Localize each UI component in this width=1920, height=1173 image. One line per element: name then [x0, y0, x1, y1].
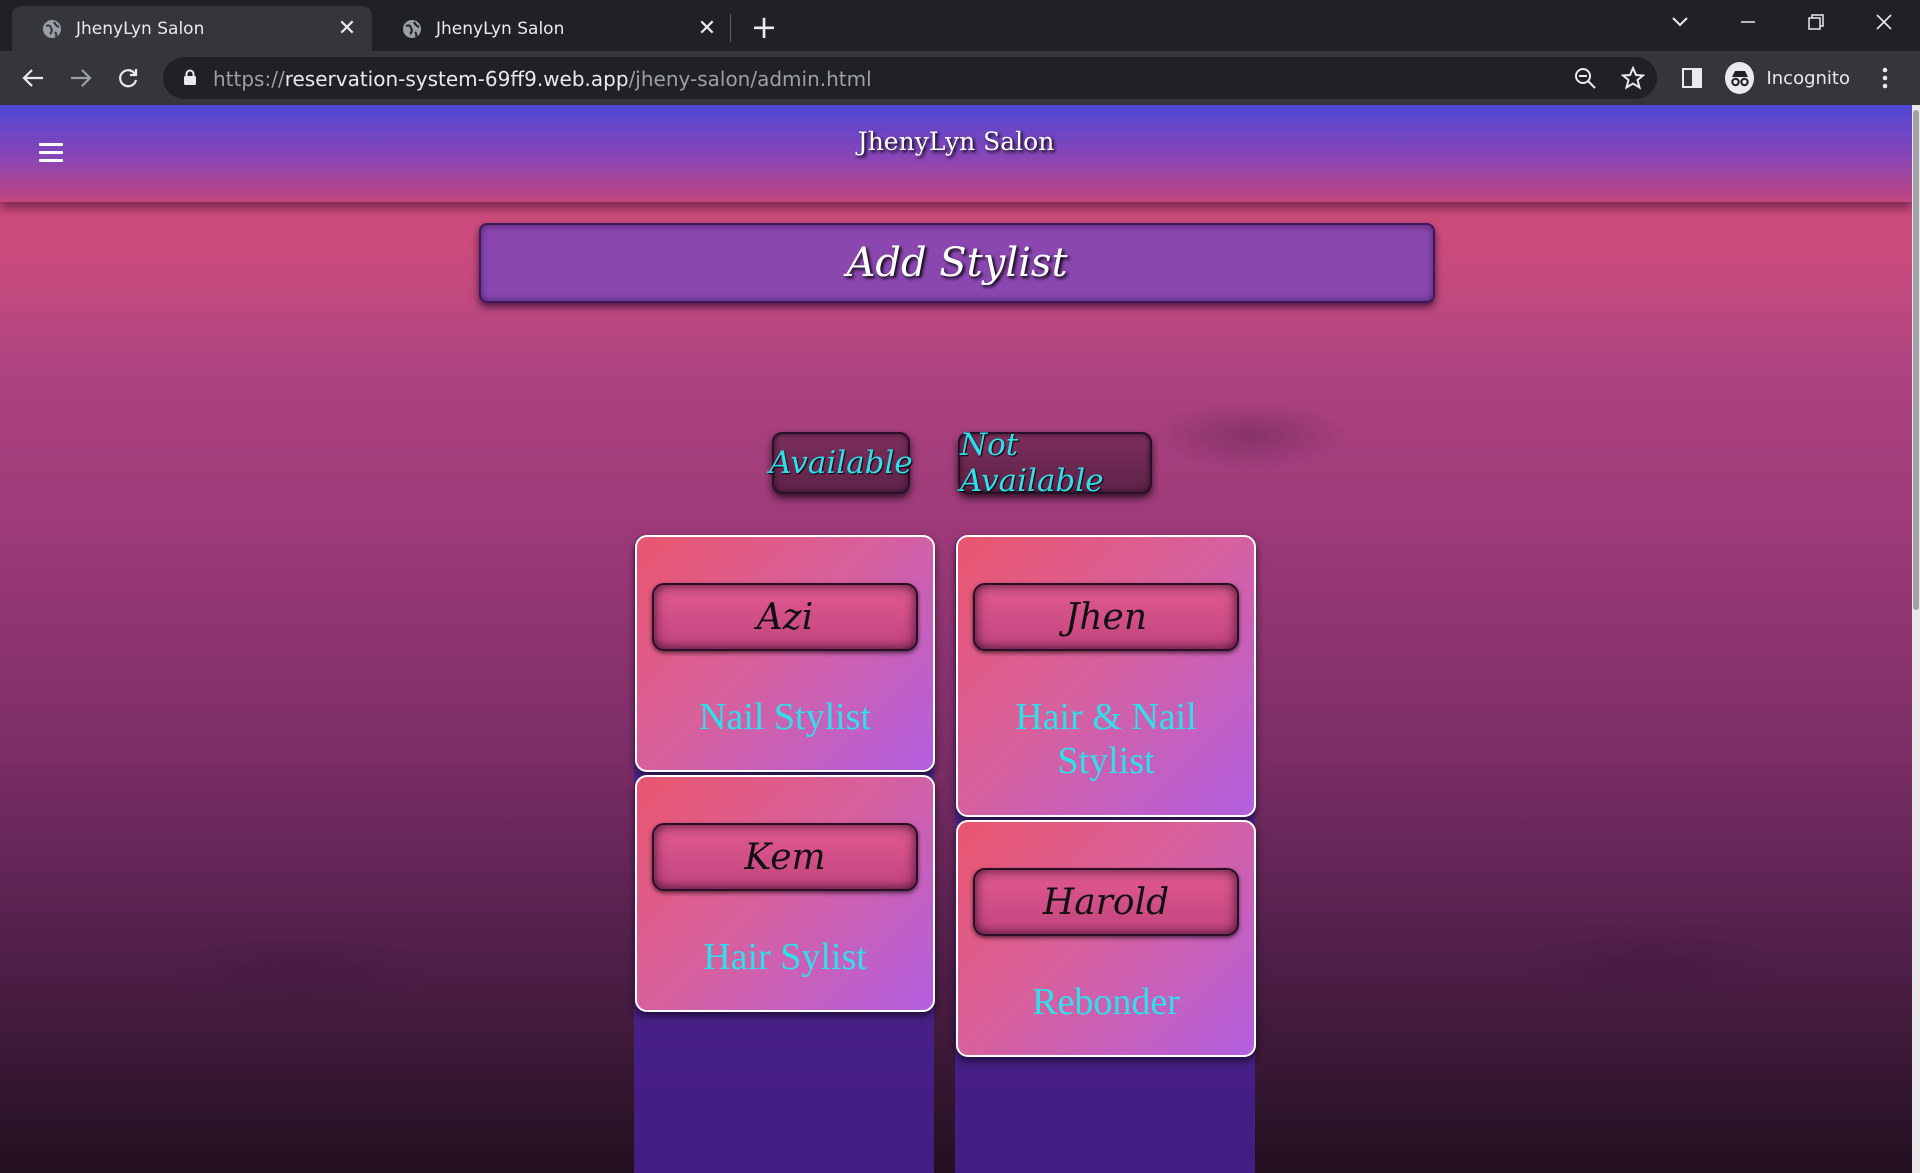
zoom-icon[interactable] [1574, 67, 1596, 89]
browser-toolbar: https://reservation-system-69ff9.web.app… [0, 51, 1920, 105]
stylist-role: Nail Stylist [698, 696, 872, 738]
url-scheme: https:// [213, 67, 285, 91]
back-arrow-icon[interactable] [18, 63, 48, 93]
incognito-icon [1725, 62, 1755, 94]
stylist-name: Jhen [973, 583, 1239, 651]
available-filter-button[interactable]: Available [769, 432, 913, 494]
url-path: /jheny-salon/admin.html [628, 67, 872, 91]
stylist-card[interactable]: Harold Rebonder [956, 820, 1256, 1057]
page-content: JhenyLyn Salon Add Stylist Available Not… [0, 105, 1912, 1173]
incognito-indicator[interactable]: Incognito [1725, 58, 1850, 98]
address-bar[interactable]: https://reservation-system-69ff9.web.app… [163, 57, 1657, 99]
lock-icon[interactable] [183, 69, 197, 86]
add-stylist-button[interactable]: Add Stylist [479, 223, 1435, 303]
stylist-card[interactable]: Kem Hair Sylist [635, 775, 935, 1012]
tab-1[interactable]: JhenyLyn Salon ✕ [12, 6, 372, 51]
globe-icon [403, 19, 421, 38]
not-available-filter-button[interactable]: Not Available [958, 427, 1152, 499]
new-tab-button[interactable]: + [750, 11, 778, 43]
tab-close-icon[interactable]: ✕ [336, 16, 358, 41]
stylist-role: Hair Sylist [703, 936, 867, 978]
stylist-role: Rebonder [1032, 981, 1180, 1023]
profile-label: Incognito [1766, 67, 1850, 89]
restore-icon[interactable] [1796, 8, 1836, 36]
stylist-name: Harold [973, 868, 1239, 936]
stylist-role: Hair & Nail Stylist [1015, 696, 1197, 782]
close-window-icon[interactable] [1864, 8, 1904, 36]
stylist-card[interactable]: Azi Nail Stylist [635, 535, 935, 772]
more-menu-icon[interactable] [1882, 66, 1888, 90]
site-navbar: JhenyLyn Salon [0, 105, 1912, 202]
stylist-name: Azi [652, 583, 918, 651]
forward-arrow-icon[interactable] [66, 63, 96, 93]
tab-strip: JhenyLyn Salon ✕ JhenyLyn Salon ✕ + [0, 0, 1920, 51]
tab-divider [730, 14, 731, 42]
stylist-card[interactable]: Jhen Hair & Nail Stylist [956, 535, 1256, 817]
tab-title: JhenyLyn Salon [436, 18, 565, 39]
site-brand: JhenyLyn Salon [857, 127, 1055, 156]
tab-2[interactable]: JhenyLyn Salon ✕ [372, 6, 732, 51]
tab-search-chevron-down-icon[interactable] [1660, 8, 1700, 36]
url-text[interactable]: https://reservation-system-69ff9.web.app… [213, 67, 872, 91]
globe-icon [43, 19, 61, 38]
side-panel-icon[interactable] [1681, 67, 1703, 89]
reload-icon[interactable] [113, 63, 143, 93]
bookmark-star-icon[interactable] [1621, 66, 1645, 90]
tab-title: JhenyLyn Salon [76, 18, 205, 39]
minimize-icon[interactable] [1728, 8, 1768, 36]
scrollbar-thumb[interactable] [1913, 110, 1919, 610]
tab-close-icon[interactable]: ✕ [696, 16, 718, 41]
stylist-name: Kem [652, 823, 918, 891]
url-host: reservation-system-69ff9.web.app [284, 67, 629, 91]
